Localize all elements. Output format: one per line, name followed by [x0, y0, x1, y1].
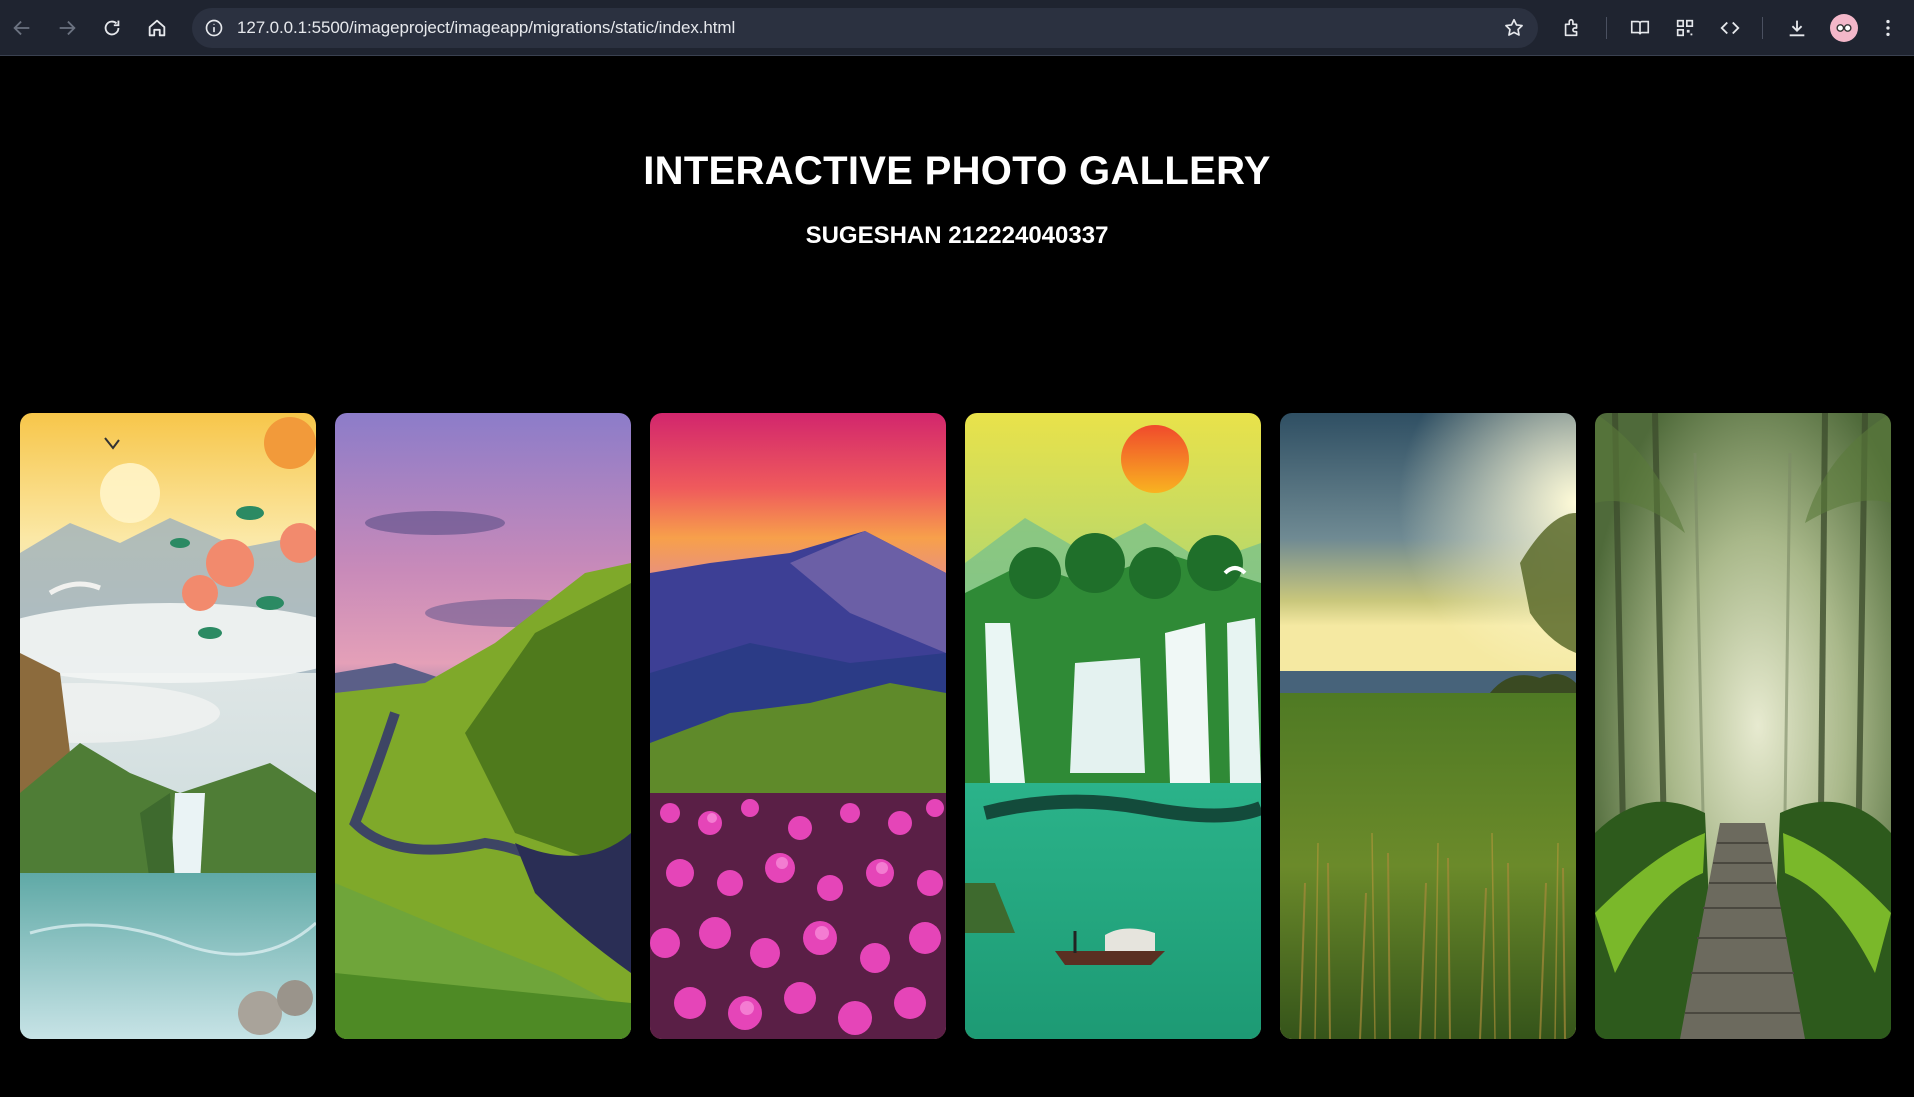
gallery-image-waterfall-blossom-painting[interactable]	[20, 413, 316, 1039]
gallery-image-misty-forest-path[interactable]	[1595, 413, 1891, 1039]
extensions-icon[interactable]	[1554, 10, 1590, 46]
url-text[interactable]: 127.0.0.1:5500/imageproject/imageapp/mig…	[237, 8, 735, 48]
page-subtitle: SUGESHAN 212224040337	[805, 222, 1109, 249]
gallery-image-green-valley-river[interactable]	[335, 413, 631, 1039]
reading-mode-icon[interactable]	[1622, 10, 1658, 46]
download-icon[interactable]	[1779, 10, 1815, 46]
reload-icon[interactable]	[94, 10, 130, 46]
gallery-image-grassland-sea-sunset[interactable]	[1280, 413, 1576, 1039]
profile-avatar[interactable]	[1830, 14, 1858, 42]
devtools-icon[interactable]	[1712, 10, 1748, 46]
back-icon[interactable]	[4, 10, 40, 46]
address-bar[interactable]: 127.0.0.1:5500/imageproject/imageapp/mig…	[192, 8, 1538, 48]
gallery-image-waterfalls-sun-boat[interactable]	[965, 413, 1261, 1039]
gallery-image-mountain-flowers-sunset[interactable]	[650, 413, 946, 1039]
browser-toolbar: 127.0.0.1:5500/imageproject/imageapp/mig…	[0, 0, 1914, 56]
page-body: INTERACTIVE PHOTO GALLERY SUGESHAN 21222…	[0, 57, 1914, 1097]
forward-icon[interactable]	[49, 10, 85, 46]
home-icon[interactable]	[139, 10, 175, 46]
photo-gallery	[20, 413, 1891, 1039]
toolbar-divider	[1762, 17, 1763, 39]
page-title: INTERACTIVE PHOTO GALLERY	[643, 149, 1271, 193]
qr-code-icon[interactable]	[1667, 10, 1703, 46]
toolbar-divider	[1606, 17, 1607, 39]
more-menu-icon[interactable]	[1870, 10, 1906, 46]
bookmark-star-icon[interactable]	[1500, 14, 1528, 42]
site-info-icon[interactable]	[200, 14, 228, 42]
